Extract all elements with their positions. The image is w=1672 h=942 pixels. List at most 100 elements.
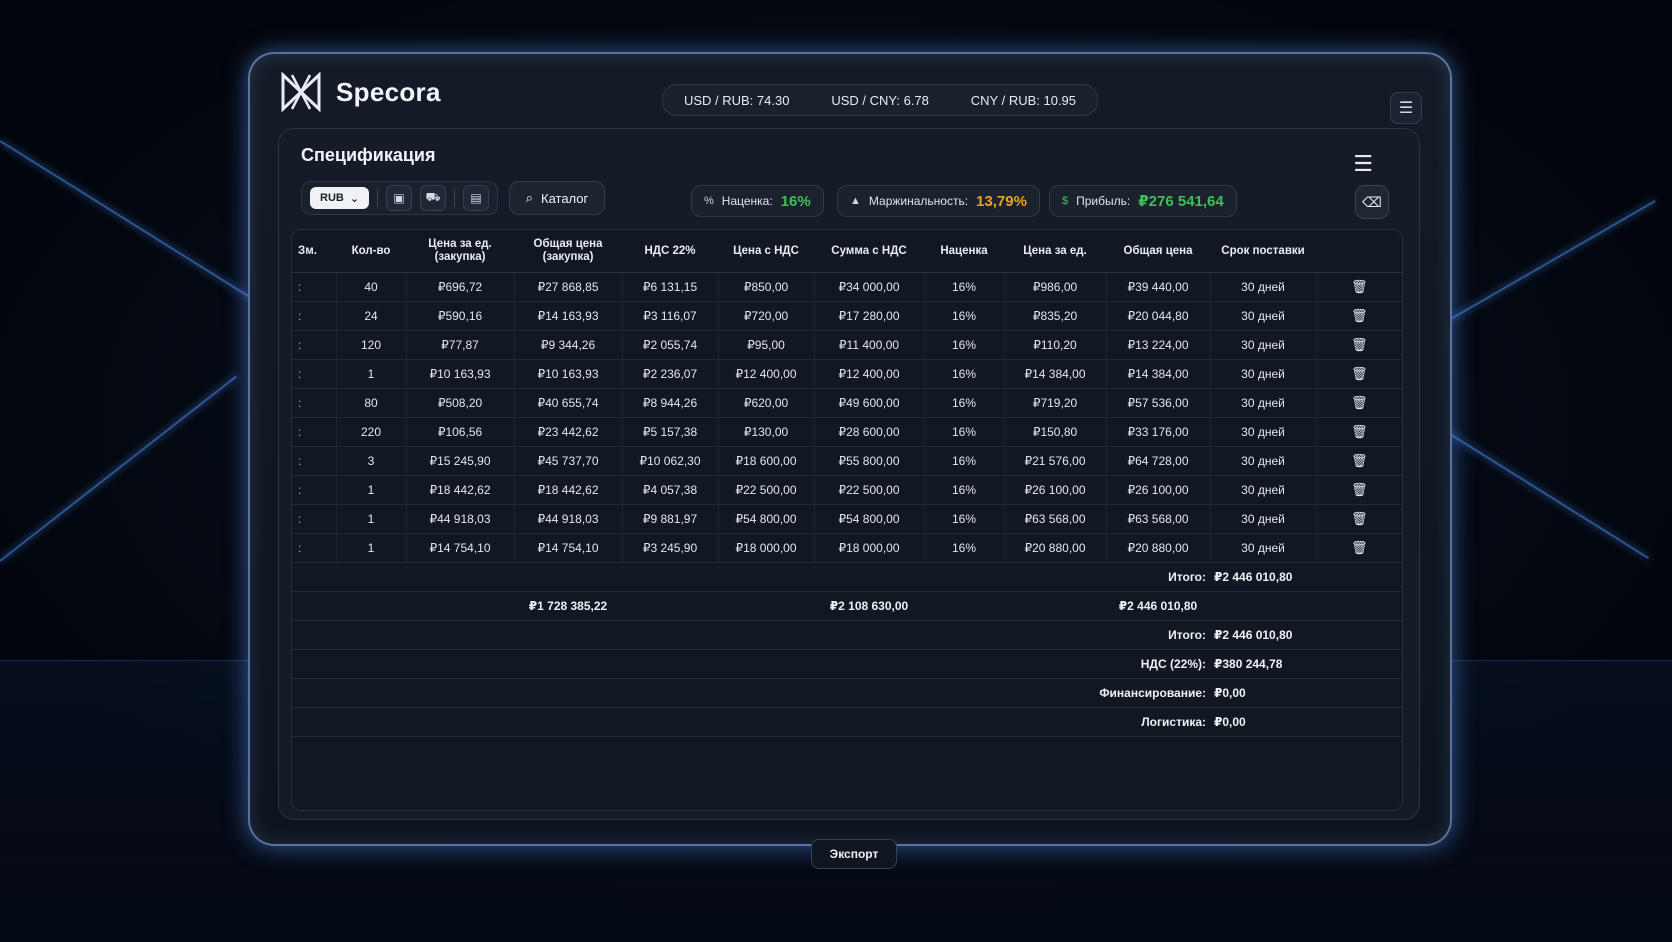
table-cell: 1 <box>336 533 407 563</box>
settings-menu-button[interactable]: ☰ <box>1390 92 1422 124</box>
export-button[interactable]: Экспорт <box>811 839 897 869</box>
row-drag-handle[interactable]: : <box>292 533 337 563</box>
catalog-button[interactable]: ⌕ Каталог <box>509 181 605 215</box>
table-cell: ₽39 440,00 <box>1106 272 1211 302</box>
delivery-button[interactable]: ⛟ <box>420 185 447 211</box>
subtotal-value: ₽2 446 010,80 <box>1210 562 1402 592</box>
table-cell: ₽696,72 <box>406 272 515 302</box>
table-cell: ₽10 163,93 <box>514 359 623 389</box>
row-drag-handle[interactable]: : <box>292 301 337 331</box>
table-cell: 80 <box>336 388 407 418</box>
delete-row-button[interactable]: 🗑 <box>1316 446 1402 476</box>
table-row: :80 ₽508,20 ₽40 655,74 ₽8 944,26 ₽620,00 ₽49 … <box>292 388 1402 418</box>
delete-row-button[interactable]: 🗑 <box>1316 388 1402 418</box>
table-cell: ₽44 918,03 <box>514 504 623 534</box>
trash-icon: 🗑 <box>1350 366 1368 381</box>
wallet-button[interactable]: ▣ <box>386 185 413 211</box>
table-cell: ₽590,16 <box>406 301 515 331</box>
exchange-rates-bar: USD / RUB: 74.30 USD / CNY: 6.78 CNY / R… <box>662 84 1098 116</box>
col-header <box>1316 230 1402 273</box>
table-cell: 16% <box>924 272 1005 302</box>
table-cell: ₽95,00 <box>718 330 815 360</box>
table-cell: ₽15 245,90 <box>406 446 515 476</box>
table-cell: 30 дней <box>1210 359 1317 389</box>
row-drag-handle[interactable]: : <box>292 446 337 476</box>
column-totals-row: ₽1 728 385,22 ₽2 108 630,00 ₽2 446 010,8… <box>292 591 1402 621</box>
table-cell: ₽28 600,00 <box>814 417 925 447</box>
summary-label: Логистика: <box>292 707 1210 737</box>
table-cell: ₽49 600,00 <box>814 388 925 418</box>
table-cell: 16% <box>924 359 1005 389</box>
table-cell: ₽5 157,38 <box>622 417 719 447</box>
table-cell: ₽106,56 <box>406 417 515 447</box>
purchase-total: ₽1 728 385,22 <box>514 591 622 621</box>
table-cell: ₽17 280,00 <box>814 301 925 331</box>
margin-value: 13,79% <box>976 192 1027 210</box>
table-cell: ₽77,87 <box>406 330 515 360</box>
delete-row-button[interactable]: 🗑 <box>1316 533 1402 563</box>
col-header: Цена за ед. (закупка) <box>406 230 514 273</box>
row-drag-handle[interactable]: : <box>292 388 337 418</box>
delete-row-button[interactable]: 🗑 <box>1316 301 1402 331</box>
summary-value: ₽0,00 <box>1210 678 1402 708</box>
delete-row-button[interactable]: 🗑 <box>1316 359 1402 389</box>
specification-table: Зм. Кол-во Цена за ед. (закупка) Общая ц… <box>291 229 1403 811</box>
toolbar: RUB ⌄ ▣ ⛟ ▤ <box>301 181 499 215</box>
toolbar-divider <box>454 189 456 207</box>
table-cell: 30 дней <box>1210 301 1317 331</box>
currency-select[interactable]: RUB ⌄ <box>310 187 370 209</box>
markup-metric: % Наценка: 16% <box>691 185 824 217</box>
margin-metric: ▲ Маржинальность: 13,79% <box>837 185 1040 217</box>
table-cell: 1 <box>336 359 407 389</box>
delete-row-button[interactable]: 🗑 <box>1316 504 1402 534</box>
col-header: Общая цена <box>1106 230 1210 273</box>
toolbar-divider <box>377 189 379 207</box>
summary-label: Итого: <box>292 620 1210 650</box>
app-window: Specora USD / RUB: 74.30 USD / CNY: 6.78… <box>248 52 1452 869</box>
document-button[interactable]: ▤ <box>463 185 490 211</box>
table-cell: ₽2 055,74 <box>622 330 719 360</box>
delete-row-button[interactable]: 🗑 <box>1316 475 1402 505</box>
col-header: Общая цена (закупка) <box>514 230 622 273</box>
table-cell: ₽14 384,00 <box>1004 359 1107 389</box>
table-cell: ₽12 400,00 <box>718 359 815 389</box>
row-drag-handle[interactable]: : <box>292 359 337 389</box>
markup-label: Наценка: <box>721 194 773 208</box>
table-cell: ₽719,20 <box>1004 388 1107 418</box>
table-row: :1 ₽44 918,03 ₽44 918,03 ₽9 881,97 ₽54 800,0… <box>292 504 1402 534</box>
clear-button[interactable]: ⌫ <box>1355 185 1389 219</box>
table-cell: ₽620,00 <box>718 388 815 418</box>
row-drag-handle[interactable]: : <box>292 504 337 534</box>
delete-row-button[interactable]: 🗑 <box>1316 272 1402 302</box>
table-cell: ₽850,00 <box>718 272 815 302</box>
currency-value: RUB <box>320 192 344 204</box>
table-cell: 120 <box>336 330 407 360</box>
subtotal-label: Итого: <box>292 562 1210 592</box>
delete-row-button[interactable]: 🗑 <box>1316 330 1402 360</box>
table-row: :40 ₽696,72 ₽27 868,85 ₽6 131,15 ₽850,00 ₽34 … <box>292 272 1402 302</box>
grand-total-column: ₽2 446 010,80 <box>1106 591 1210 621</box>
col-header: Цена за ед. <box>1004 230 1106 273</box>
row-drag-handle[interactable]: : <box>292 417 337 447</box>
table-cell: 16% <box>924 417 1005 447</box>
summary-value: ₽380 244,78 <box>1210 649 1402 679</box>
row-drag-handle[interactable]: : <box>292 475 337 505</box>
table-cell: 1 <box>336 475 407 505</box>
summary-row: Финансирование: ₽0,00 <box>292 678 1402 708</box>
table-cell: 30 дней <box>1210 417 1317 447</box>
table-cell: 24 <box>336 301 407 331</box>
table-cell: ₽2 236,07 <box>622 359 719 389</box>
table-cell: ₽54 800,00 <box>814 504 925 534</box>
table-cell: ₽21 576,00 <box>1004 446 1107 476</box>
table-cell: ₽18 000,00 <box>718 533 815 563</box>
table-cell: 16% <box>924 446 1005 476</box>
hamburger-menu-icon[interactable]: ☰ <box>1353 151 1373 177</box>
table-cell: 16% <box>924 504 1005 534</box>
vat-sum-total: ₽2 108 630,00 <box>814 591 924 621</box>
row-drag-handle[interactable]: : <box>292 272 337 302</box>
row-drag-handle[interactable]: : <box>292 330 337 360</box>
summary-label: НДС (22%): <box>292 649 1210 679</box>
table-cell: 16% <box>924 388 1005 418</box>
table-cell: ₽110,20 <box>1004 330 1107 360</box>
delete-row-button[interactable]: 🗑 <box>1316 417 1402 447</box>
